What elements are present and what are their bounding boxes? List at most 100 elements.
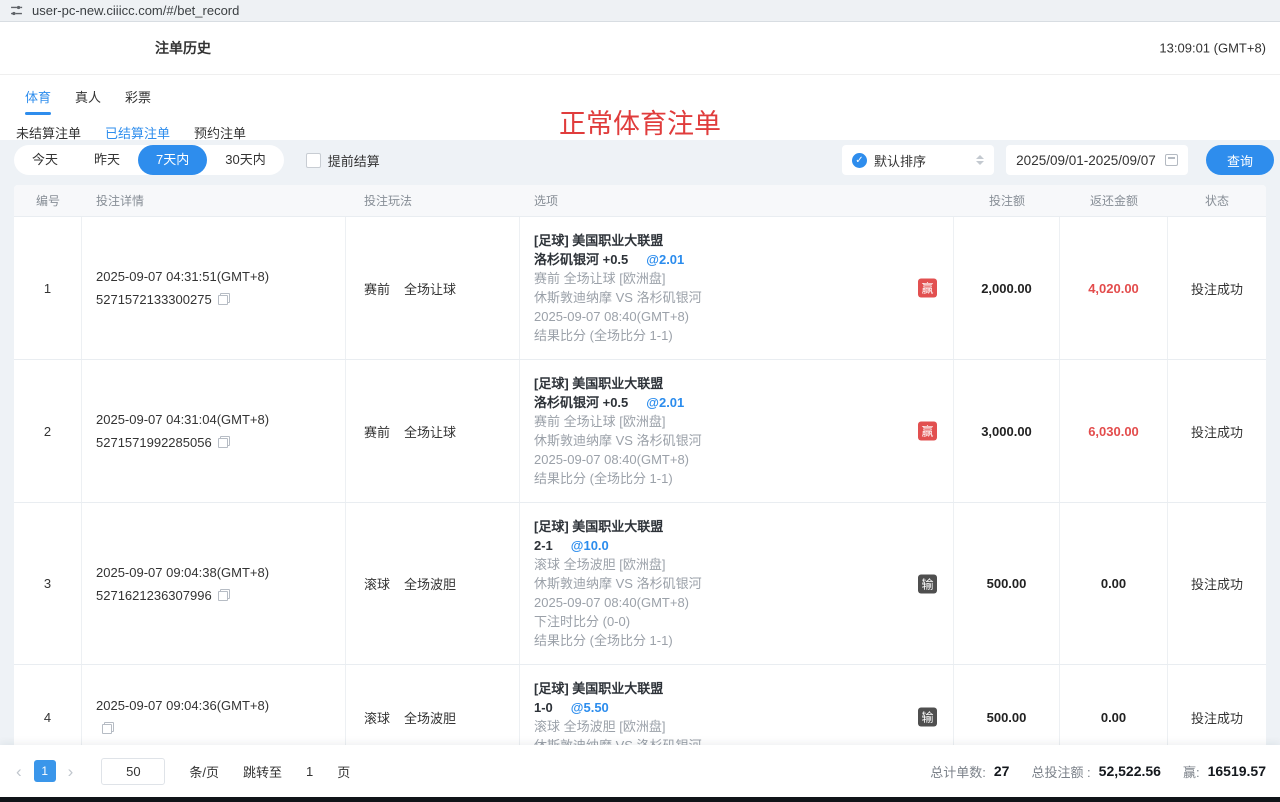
stake-amount: 3,000.00 bbox=[954, 360, 1060, 502]
filter-30days-button[interactable]: 30天内 bbox=[207, 145, 283, 175]
current-page-button[interactable]: 1 bbox=[34, 760, 56, 782]
next-page-button[interactable]: › bbox=[66, 763, 76, 780]
pagination-bar: ‹ 1 › 条/页 跳转至 1 页 总计单数: 27 总投注额 : 52,522… bbox=[0, 745, 1280, 797]
selection-info-line: 滚球 全场波胆 [欧洲盘] bbox=[534, 717, 702, 736]
url-text[interactable]: user-pc-new.ciiicc.com/#/bet_record bbox=[32, 3, 239, 18]
filter-today-button[interactable]: 今天 bbox=[14, 145, 76, 175]
bet-time: 2025-09-07 09:04:36(GMT+8) bbox=[96, 694, 269, 717]
site-controls-icon[interactable] bbox=[10, 4, 23, 17]
copy-icon[interactable] bbox=[218, 293, 230, 305]
selection-info-line: 结果比分 (全场比分 1-1) bbox=[534, 469, 702, 488]
early-settle-label: 提前结算 bbox=[328, 151, 380, 170]
copy-icon[interactable] bbox=[218, 436, 230, 448]
content-area: 今天 昨天 7天内 30天内 提前结算 ✓ 默认排序 2025/09/01-20… bbox=[0, 140, 1280, 797]
result-badge: 输 bbox=[918, 574, 937, 593]
selection-info-lines: 滚球 全场波胆 [欧洲盘]休斯敦迪纳摩 VS 洛杉矶银河2025-09-07 0… bbox=[534, 555, 702, 650]
payout-amount: 4,020.00 bbox=[1060, 217, 1168, 359]
pick-name: 1-0 bbox=[534, 700, 553, 715]
payout-amount: 6,030.00 bbox=[1060, 360, 1168, 502]
filter-7days-button[interactable]: 7天内 bbox=[138, 145, 207, 175]
play-name: 全场波胆 bbox=[404, 574, 456, 593]
quick-date-filter-group: 今天 昨天 7天内 30天内 bbox=[14, 145, 284, 175]
page-header: 注单历史 13:09:01 (GMT+8) 体育 真人 彩票 未结算注单 已结算… bbox=[0, 22, 1280, 140]
total-stake-value: 52,522.56 bbox=[1099, 763, 1161, 779]
payout-amount: 0.00 bbox=[1060, 503, 1168, 664]
col-header-selection: 选项 bbox=[520, 185, 954, 216]
page-title: 注单历史 bbox=[155, 38, 211, 58]
jump-page-value: 1 bbox=[306, 764, 313, 779]
selection-info-lines: 赛前 全场让球 [欧洲盘]休斯敦迪纳摩 VS 洛杉矶银河2025-09-07 0… bbox=[534, 412, 702, 488]
pick-name: 洛杉矶银河 +0.5 bbox=[534, 252, 628, 267]
stake-amount: 2,000.00 bbox=[954, 217, 1060, 359]
tab-lottery[interactable]: 彩票 bbox=[125, 85, 151, 115]
play-name: 全场让球 bbox=[404, 279, 456, 298]
play-phase: 赛前 bbox=[364, 279, 390, 298]
tab-live[interactable]: 真人 bbox=[75, 85, 101, 115]
total-count-value: 27 bbox=[994, 763, 1010, 779]
early-settle-checkbox-group[interactable]: 提前结算 bbox=[306, 151, 380, 170]
bet-time: 2025-09-07 04:31:04(GMT+8) bbox=[96, 408, 269, 431]
sort-select[interactable]: ✓ 默认排序 bbox=[842, 145, 994, 175]
clock: 13:09:01 (GMT+8) bbox=[1159, 41, 1266, 56]
table-row: 1 2025-09-07 04:31:51(GMT+8) 52715721333… bbox=[14, 216, 1266, 359]
result-badge: 赢 bbox=[918, 279, 937, 298]
title-row: 注单历史 13:09:01 (GMT+8) bbox=[0, 22, 1280, 75]
col-header-status: 状态 bbox=[1168, 185, 1266, 216]
odds-value: @2.01 bbox=[646, 252, 684, 267]
selection-info-lines: 赛前 全场让球 [欧洲盘]休斯敦迪纳摩 VS 洛杉矶银河2025-09-07 0… bbox=[534, 269, 702, 345]
selection-info-line: 结果比分 (全场比分 1-1) bbox=[534, 326, 702, 345]
selection-info-line: 休斯敦迪纳摩 VS 洛杉矶银河 bbox=[534, 574, 702, 593]
play-phase: 赛前 bbox=[364, 422, 390, 441]
copy-icon[interactable] bbox=[102, 722, 114, 734]
tab-sports[interactable]: 体育 bbox=[25, 85, 51, 115]
play-name: 全场波胆 bbox=[404, 708, 456, 727]
selection-info-line: 休斯敦迪纳摩 VS 洛杉矶银河 bbox=[534, 288, 702, 307]
table-row: 3 2025-09-07 09:04:38(GMT+8) 52716212363… bbox=[14, 502, 1266, 664]
early-settle-checkbox[interactable] bbox=[306, 153, 321, 168]
bet-status: 投注成功 bbox=[1168, 360, 1266, 502]
odds-value: @2.01 bbox=[646, 395, 684, 410]
bet-status: 投注成功 bbox=[1168, 503, 1266, 664]
calendar-icon bbox=[1165, 154, 1178, 166]
search-button[interactable]: 查询 bbox=[1206, 145, 1274, 175]
selection-info-line: 2025-09-07 08:40(GMT+8) bbox=[534, 450, 702, 469]
page-unit-label: 页 bbox=[337, 762, 350, 781]
copy-icon[interactable] bbox=[218, 589, 230, 601]
col-header-num: 编号 bbox=[14, 185, 82, 216]
selection-info-line: 结果比分 (全场比分 1-1) bbox=[534, 631, 702, 650]
odds-value: @10.0 bbox=[571, 538, 609, 553]
bet-status: 投注成功 bbox=[1168, 217, 1266, 359]
col-header-amount: 投注额 bbox=[954, 185, 1060, 216]
summary: 总计单数: 27 总投注额 : 52,522.56 赢: 16519.57 bbox=[916, 762, 1266, 781]
row-number: 2 bbox=[14, 360, 82, 502]
col-header-payout: 返还金额 bbox=[1060, 185, 1168, 216]
jump-label: 跳转至 bbox=[243, 762, 282, 781]
per-page-label: 条/页 bbox=[189, 762, 219, 781]
pick-name: 2-1 bbox=[534, 538, 553, 553]
browser-url-bar[interactable]: user-pc-new.ciiicc.com/#/bet_record bbox=[0, 0, 1280, 22]
col-header-detail: 投注详情 bbox=[82, 185, 346, 216]
play-phase: 滚球 bbox=[364, 574, 390, 593]
total-stake-label: 总投注额 : bbox=[1031, 762, 1090, 781]
total-win-value: 16519.57 bbox=[1208, 763, 1266, 779]
check-circle-icon: ✓ bbox=[852, 153, 867, 168]
bet-id: 5271572133300275 bbox=[96, 292, 212, 307]
stake-amount: 500.00 bbox=[954, 503, 1060, 664]
per-page-input[interactable] bbox=[101, 758, 165, 785]
table-body: 1 2025-09-07 04:31:51(GMT+8) 52715721333… bbox=[14, 216, 1266, 769]
total-win-label: 赢: bbox=[1183, 762, 1200, 781]
bet-table: 编号 投注详情 投注玩法 选项 投注额 返还金额 状态 1 2025-09-07… bbox=[14, 185, 1266, 769]
selection-info-line: 2025-09-07 08:40(GMT+8) bbox=[534, 593, 702, 612]
bet-time: 2025-09-07 09:04:38(GMT+8) bbox=[96, 561, 269, 584]
bet-id: 5271621236307996 bbox=[96, 588, 212, 603]
date-range-picker[interactable]: 2025/09/01-2025/09/07 bbox=[1006, 145, 1188, 175]
sort-selected-value: 默认排序 bbox=[874, 151, 969, 170]
col-header-play: 投注玩法 bbox=[346, 185, 520, 216]
selection-info-line: 滚球 全场波胆 [欧洲盘] bbox=[534, 555, 702, 574]
prev-page-button[interactable]: ‹ bbox=[14, 763, 24, 780]
filter-yesterday-button[interactable]: 昨天 bbox=[76, 145, 138, 175]
date-range-value: 2025/09/01-2025/09/07 bbox=[1016, 153, 1156, 168]
selection-info-line: 赛前 全场让球 [欧洲盘] bbox=[534, 269, 702, 288]
result-badge: 输 bbox=[918, 708, 937, 727]
filter-row: 今天 昨天 7天内 30天内 提前结算 ✓ 默认排序 2025/09/01-20… bbox=[14, 145, 1266, 175]
